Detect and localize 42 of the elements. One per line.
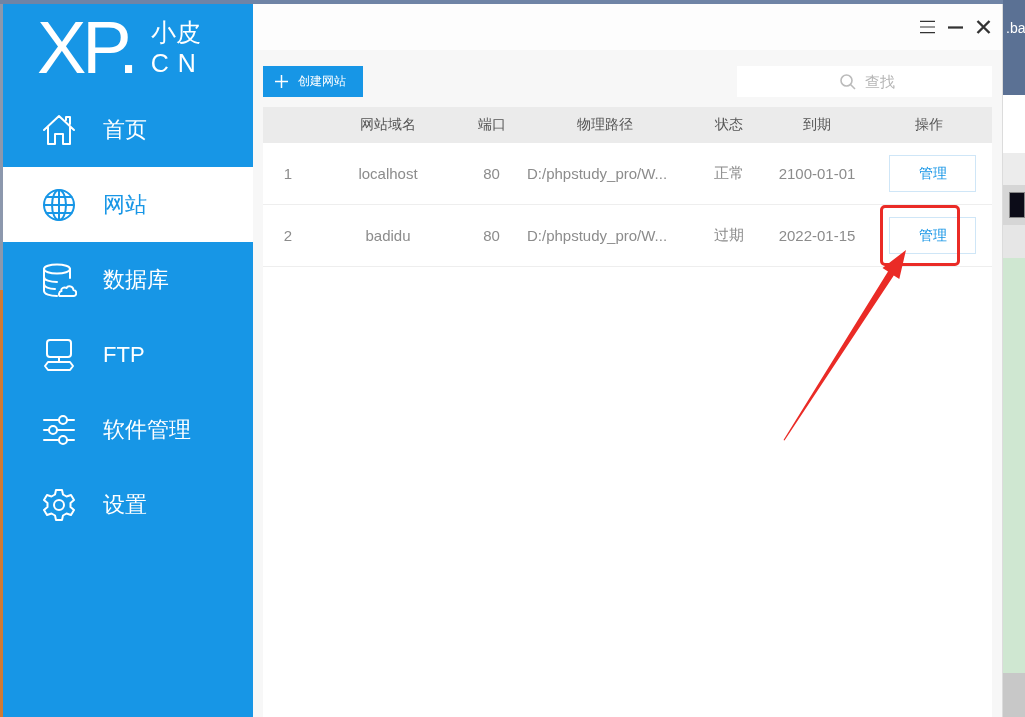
logo-text: 小皮 — [150, 18, 202, 46]
logo-text: CN — [150, 50, 205, 78]
desktop-text: .ba — [1005, 20, 1025, 36]
minimize-icon[interactable] — [948, 25, 963, 29]
table-cell-text: 过期 — [713, 225, 745, 245]
preview-tile — [1009, 192, 1025, 218]
settings-icon — [41, 486, 77, 523]
logo-text: XP. — [37, 11, 135, 85]
nav-item[interactable]: FTP — [3, 317, 253, 392]
table-cell-text: 正常 — [713, 163, 745, 183]
manage-button[interactable]: 管理 — [889, 217, 976, 254]
column-header: 物理路径 — [576, 115, 634, 134]
table-cell-text: 80 — [482, 164, 501, 184]
table-cell-text: 2022-01-15 — [777, 226, 857, 246]
search-icon — [840, 74, 856, 90]
nav-item[interactable]: 设置 — [3, 467, 253, 542]
table-cell-text: localhost — [357, 164, 419, 184]
create-site-button[interactable]: 创建网站 — [263, 66, 363, 97]
table-cell-text: badidu — [364, 226, 412, 246]
table-cell-text: D:/phpstudy_pro/W... — [526, 226, 669, 246]
column-header: 端口 — [476, 115, 507, 134]
menu-icon[interactable] — [920, 20, 935, 34]
table-cell-text: 1 — [282, 164, 294, 184]
column-header: 网站域名 — [359, 115, 417, 134]
globe-icon — [41, 186, 77, 223]
database-icon — [41, 261, 77, 298]
nav-item[interactable]: 首页 — [3, 92, 253, 167]
close-icon[interactable] — [976, 20, 991, 34]
column-header: 状态 — [714, 115, 744, 134]
column-header: 操作 — [914, 115, 944, 134]
column-header: 到期 — [802, 115, 832, 134]
nav-item[interactable]: 网站 — [3, 167, 253, 242]
table-cell-text: 2100-01-01 — [777, 164, 857, 184]
nav-item[interactable]: 数据库 — [3, 242, 253, 317]
network-icon — [41, 336, 77, 373]
plus-icon — [275, 75, 288, 88]
manage-button[interactable]: 管理 — [889, 155, 976, 192]
table-cell-text: 80 — [482, 226, 501, 246]
table-cell-text: D:/phpstudy_pro/W... — [526, 164, 669, 184]
nav-item[interactable]: 软件管理 — [3, 392, 253, 467]
search-field[interactable]: 查找 — [737, 66, 992, 97]
table-cell-text: 2 — [282, 226, 294, 246]
